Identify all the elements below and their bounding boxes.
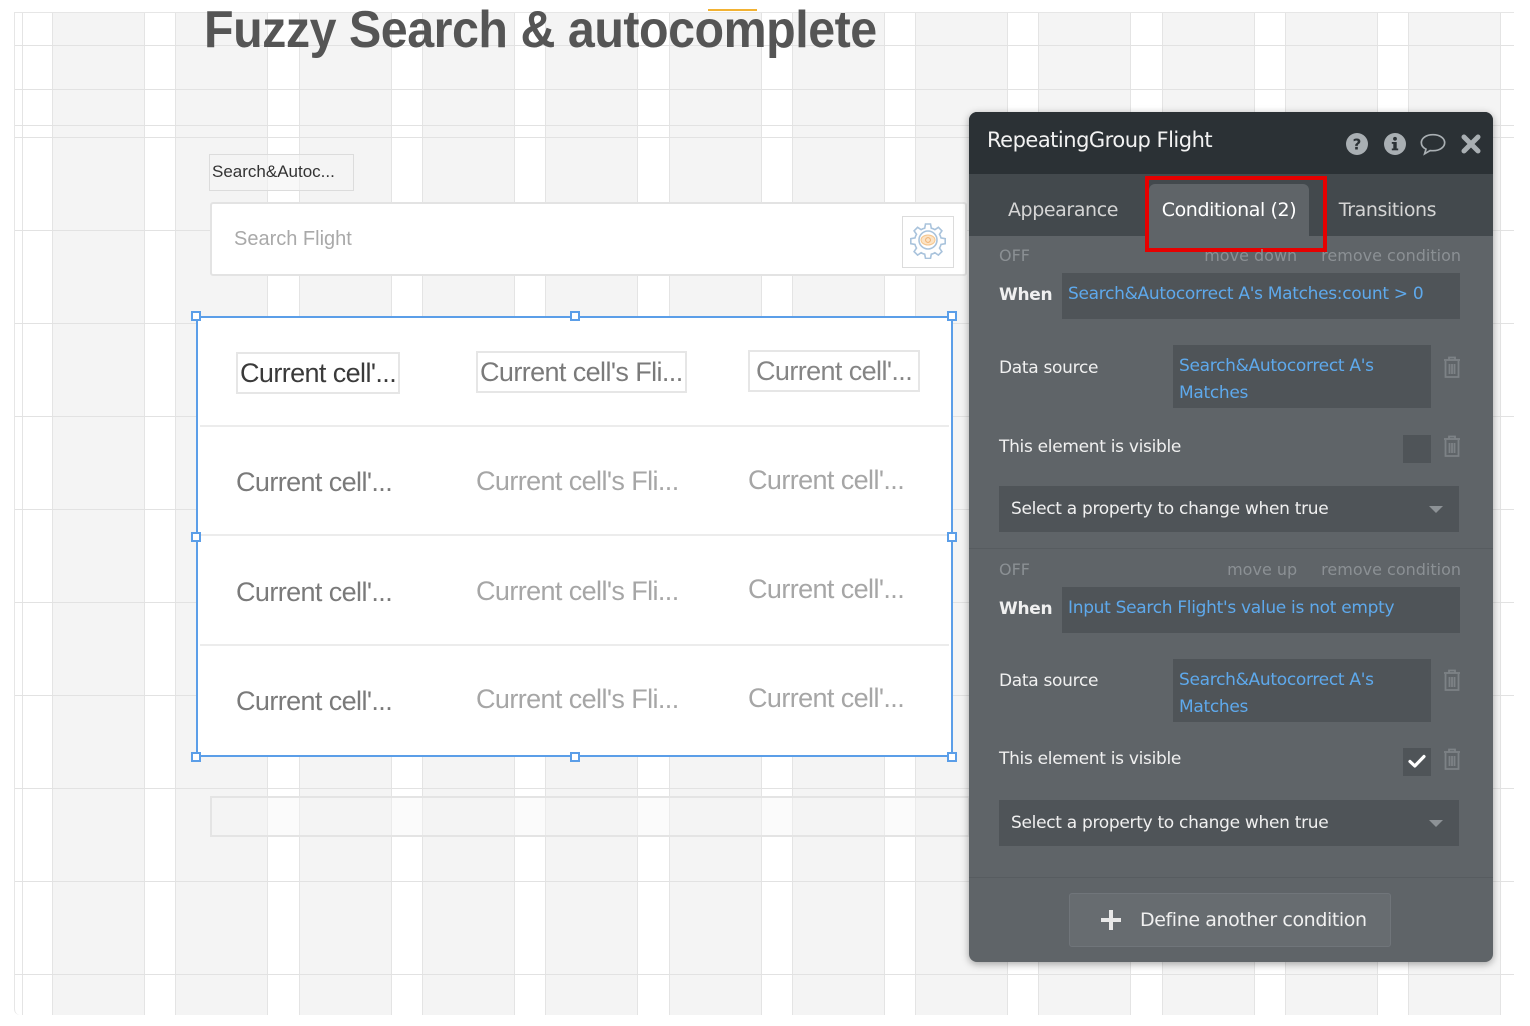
gear-icon (909, 221, 947, 263)
define-another-condition-label: Define another condition (1140, 909, 1367, 931)
cell-text: Current cell'... (748, 683, 905, 713)
remove-condition-link[interactable]: remove condition (1321, 246, 1461, 265)
repeating-group-flight[interactable]: Current cell'... Current cell's Fli... C… (196, 316, 953, 757)
cell-text: Current cell'... (236, 577, 393, 607)
resize-handle-top[interactable] (570, 311, 580, 321)
property-select-dropdown[interactable]: Select a property to change when true (999, 486, 1459, 532)
panel-header[interactable]: RepeatingGroup Flight ? (969, 112, 1493, 174)
resize-handle-bottom-left[interactable] (191, 752, 201, 762)
move-down-link[interactable]: move down (1204, 246, 1297, 265)
when-label: When (999, 285, 1053, 305)
cell-text[interactable]: Current cell'... (236, 352, 401, 394)
condition-2-data-source[interactable]: Search&Autocorrect A's Matches (1173, 659, 1431, 722)
visible-checkbox-checked[interactable] (1403, 748, 1431, 776)
condition-2-header: OFF move up remove condition (999, 560, 1461, 584)
repeating-group-row: Current cell'... Current cell's Fli... C… (200, 646, 949, 755)
trash-icon[interactable] (1442, 434, 1462, 458)
condition-divider (969, 877, 1493, 878)
cell-text: Current cell'... (236, 686, 393, 716)
tab-highlight-annotation (1145, 176, 1327, 252)
cell-text[interactable]: Current cell'... (748, 350, 921, 392)
input-settings-button[interactable] (902, 216, 954, 268)
search-flight-input[interactable] (210, 202, 967, 276)
cell-text: Current cell's Fli... (476, 576, 679, 606)
visible-label: This element is visible (999, 749, 1182, 769)
empty-group-element[interactable] (210, 796, 970, 837)
repeating-group-row: Current cell'... Current cell's Fli... C… (200, 537, 949, 646)
condition-1-header: OFF move down remove condition (999, 246, 1461, 270)
property-editor-panel: RepeatingGroup Flight ? Appearance Condi… (969, 112, 1493, 962)
cell-text: Current cell's Fli... (476, 684, 679, 714)
grid-line (15, 89, 1514, 90)
grid-column (52, 13, 145, 1015)
resize-handle-left[interactable] (191, 532, 201, 542)
cell-text[interactable]: Current cell's Fli... (476, 351, 687, 393)
cell-text: Current cell'... (748, 574, 905, 604)
grid-line (22, 13, 23, 1015)
panel-title: RepeatingGroup Flight (987, 128, 1213, 152)
cell-text: Current cell's Fli... (476, 466, 679, 496)
resize-handle-top-right[interactable] (947, 311, 957, 321)
data-source-label: Data source (999, 671, 1099, 691)
resize-handle-bottom[interactable] (570, 752, 580, 762)
condition-status: OFF (999, 246, 1030, 265)
data-source-label: Data source (999, 358, 1099, 378)
info-circle-icon[interactable] (1381, 130, 1409, 158)
condition-divider (969, 548, 1493, 549)
trash-icon[interactable] (1442, 668, 1462, 692)
visible-label: This element is visible (999, 437, 1182, 457)
svg-text:?: ? (1353, 136, 1362, 154)
resize-handle-right[interactable] (947, 532, 957, 542)
condition-1-data-source[interactable]: Search&Autocorrect A's Matches (1173, 345, 1431, 408)
remove-condition-link[interactable]: remove condition (1321, 560, 1461, 579)
repeating-group-row: Current cell'... Current cell's Fli... C… (200, 427, 949, 536)
define-another-condition-button[interactable]: Define another condition (1069, 893, 1391, 947)
trash-icon[interactable] (1442, 747, 1462, 771)
cell-text: Current cell'... (236, 467, 393, 497)
condition-1-expression[interactable]: Search&Autocorrect A's Matches:count > 0 (1062, 273, 1460, 319)
comment-icon[interactable] (1419, 130, 1447, 158)
grid-line (15, 974, 1514, 975)
condition-status: OFF (999, 560, 1030, 579)
resize-handle-top-left[interactable] (191, 311, 201, 321)
search-autocorrect-plugin-element[interactable]: Search&Autoc... (209, 154, 354, 191)
close-icon[interactable] (1457, 130, 1485, 158)
tab-appearance[interactable]: Appearance (999, 184, 1127, 236)
chevron-down-icon (1429, 506, 1443, 513)
trash-icon[interactable] (1442, 355, 1462, 379)
condition-2-expression[interactable]: Input Search Flight's value is not empty (1062, 587, 1460, 633)
dropdown-placeholder: Select a property to change when true (1011, 499, 1329, 519)
when-label: When (999, 599, 1053, 619)
checkmark-icon (1408, 753, 1426, 772)
question-circle-icon[interactable]: ? (1343, 130, 1371, 158)
chevron-down-icon (1429, 820, 1443, 827)
plus-icon (1100, 909, 1122, 931)
repeating-group-row: Current cell'... Current cell's Fli... C… (200, 318, 949, 427)
dropdown-placeholder: Select a property to change when true (1011, 813, 1329, 833)
tab-transitions[interactable]: Transitions (1325, 184, 1450, 236)
visible-checkbox-unchecked[interactable] (1403, 435, 1431, 463)
cell-text: Current cell'... (748, 465, 905, 495)
property-select-dropdown[interactable]: Select a property to change when true (999, 800, 1459, 846)
search-flight-field[interactable] (212, 204, 892, 274)
page-title[interactable]: Fuzzy Search & autocomplete (204, 0, 877, 60)
resize-handle-bottom-right[interactable] (947, 752, 957, 762)
move-up-link[interactable]: move up (1227, 560, 1297, 579)
